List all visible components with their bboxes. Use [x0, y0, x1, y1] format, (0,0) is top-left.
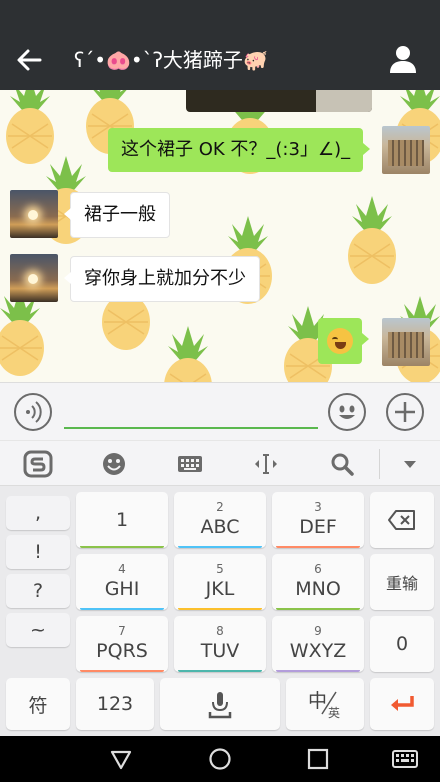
key-4-ghi[interactable]: 4 GHI	[76, 554, 168, 610]
key-1[interactable]: 1	[76, 492, 168, 548]
nav-recents-icon	[307, 748, 329, 770]
title-text-part-2: •`ʔ大猪蹄子	[130, 48, 243, 72]
plus-icon	[395, 402, 415, 422]
key-9-wxyz[interactable]: 9 WXYZ	[272, 616, 364, 672]
pig-nose-emoji: 🐽	[106, 48, 131, 72]
key-8-tuv[interactable]: 8 TUV	[174, 616, 266, 672]
back-button[interactable]	[12, 44, 46, 76]
sogou-logo-button[interactable]	[22, 448, 54, 480]
nav-keyboard-icon	[392, 750, 418, 768]
key-7-pqrs[interactable]: 7 PQRS	[76, 616, 168, 672]
message-bubble-sent-emoji[interactable]	[318, 318, 369, 364]
previous-image-message[interactable]	[186, 90, 372, 112]
voice-input-button[interactable]	[14, 393, 52, 431]
ime-toolbar	[0, 440, 440, 486]
key-2-abc[interactable]: 2 ABC	[174, 492, 266, 548]
nav-back-icon	[110, 750, 132, 770]
chat-message-area[interactable]: 这个裙子 OK 不？_(:3」∠)_ 裙子一般 穿你身上就加分不少	[0, 90, 440, 382]
cursor-move-icon	[255, 454, 277, 474]
nav-recents-button[interactable]	[305, 746, 331, 772]
number-mode-key[interactable]: 123	[76, 678, 154, 730]
enter-key[interactable]	[370, 678, 434, 730]
message-text-input[interactable]	[64, 395, 318, 429]
message-bubble-received[interactable]: 裙子一般	[64, 192, 170, 238]
ime-search-button[interactable]	[326, 448, 358, 480]
nav-home-button[interactable]	[207, 746, 233, 772]
punct-key[interactable]: ~	[6, 613, 70, 647]
message-bubble-received[interactable]: 穿你身上就加分不少	[64, 256, 260, 302]
symbol-key[interactable]: 符	[6, 678, 70, 730]
key-0[interactable]: 0	[370, 616, 434, 672]
toolbar-divider	[379, 449, 380, 479]
chat-title-bar: ʕ´•🐽•`ʔ大猪蹄子🐖	[0, 30, 440, 90]
message-text: 穿你身上就加分不少	[84, 268, 246, 289]
nav-keyboard-button[interactable]	[390, 746, 420, 772]
language-switch-key[interactable]: 中 英	[286, 678, 364, 730]
search-icon	[331, 453, 354, 476]
arrow-left-icon	[17, 49, 42, 71]
sogou-logo-icon	[23, 450, 53, 478]
collapse-down-icon	[404, 461, 416, 468]
backspace-icon	[388, 510, 415, 530]
emoji-icon	[339, 405, 355, 419]
punct-key[interactable]: !	[6, 535, 70, 569]
system-nav-bar	[0, 736, 440, 782]
emoji-face-icon	[103, 453, 125, 475]
my-avatar[interactable]	[382, 318, 430, 366]
voice-icon	[26, 401, 42, 423]
enter-icon	[391, 696, 414, 711]
keyboard-icon	[178, 456, 202, 472]
reinput-key[interactable]: 重输	[370, 554, 434, 610]
keyboard-switch-button[interactable]	[174, 448, 206, 480]
my-avatar[interactable]	[382, 126, 430, 174]
space-voice-key[interactable]	[160, 678, 280, 730]
message-input-bar	[0, 382, 440, 440]
status-bar	[0, 0, 440, 30]
nav-home-icon	[209, 748, 231, 770]
pig-emoji: 🐖	[242, 48, 268, 72]
punct-key[interactable]: ,	[6, 496, 70, 530]
more-functions-button[interactable]	[386, 393, 424, 431]
message-text: 裙子一般	[84, 204, 156, 225]
ime-keyboard-9key: , ! ? ~ 1 2 ABC 3 DEF 4 GHI 5 JKL 6 MNO …	[0, 486, 440, 736]
key-5-jkl[interactable]: 5 JKL	[174, 554, 266, 610]
microphone-icon	[208, 692, 232, 719]
person-icon	[390, 46, 416, 73]
message-text: 这个裙子 OK 不？_(:3」∠)_	[121, 139, 351, 160]
key-3-def[interactable]: 3 DEF	[272, 492, 364, 548]
collapse-keyboard-button[interactable]	[394, 448, 426, 480]
contact-avatar[interactable]	[10, 254, 58, 302]
ime-emoji-button[interactable]	[98, 448, 130, 480]
chat-title: ʕ´•🐽•`ʔ大猪蹄子🐖	[74, 46, 268, 74]
chat-profile-button[interactable]	[388, 43, 418, 75]
punct-key[interactable]: ?	[6, 574, 70, 608]
nav-back-button[interactable]	[108, 746, 134, 772]
cursor-move-button[interactable]	[250, 448, 282, 480]
key-6-mno[interactable]: 6 MNO	[272, 554, 364, 610]
grinning-sweat-face-icon	[327, 328, 353, 354]
delete-key[interactable]	[370, 492, 434, 548]
emoji-button[interactable]	[328, 393, 366, 431]
title-text-part-1: ʕ´•	[74, 48, 107, 72]
contact-avatar[interactable]	[10, 190, 58, 238]
message-bubble-sent[interactable]: 这个裙子 OK 不？_(:3」∠)_	[108, 128, 371, 172]
